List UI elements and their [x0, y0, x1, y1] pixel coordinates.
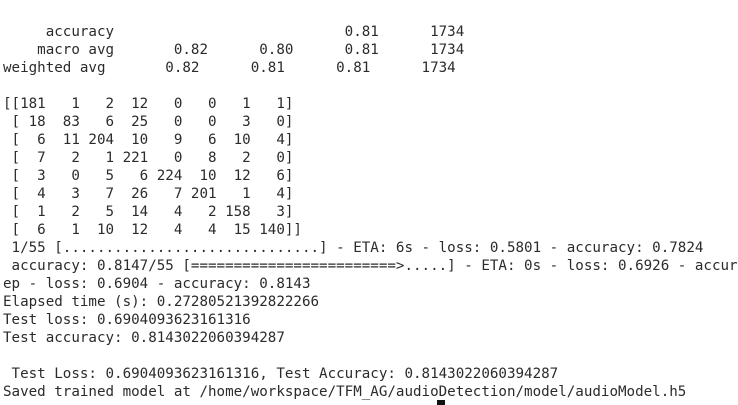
- progress-line: accuracy: 0.8147/55 [===================…: [3, 258, 738, 274]
- report-macro-avg-row: macro avg 0.82 0.80 0.81 1734: [3, 42, 465, 58]
- confusion-matrix-row: [ 6 11 204 10 9 6 10 4]: [3, 132, 294, 148]
- saved-model-line: Saved trained model at /home/workspace/T…: [3, 384, 687, 400]
- evaluation-line: ep - loss: 0.6904 - accuracy: 0.8143: [3, 276, 311, 292]
- confusion-matrix-row: [ 3 0 5 6 224 10 12 6]: [3, 168, 294, 184]
- test-accuracy-line: Test accuracy: 0.8143022060394287: [3, 330, 285, 346]
- partial-report-row: . . . .: [3, 0, 439, 5]
- confusion-matrix-row: [ 7 2 1 221 0 8 2 0]: [3, 150, 294, 166]
- report-accuracy-row: accuracy 0.81 1734: [3, 24, 465, 40]
- test-loss-line: Test loss: 0.6904093623161316: [3, 312, 251, 328]
- report-weighted-avg-row: weighted avg 0.82 0.81 0.81 1734: [3, 60, 456, 76]
- confusion-matrix-row: [ 18 83 6 25 0 0 3 0]: [3, 114, 294, 130]
- terminal-output[interactable]: . . . . accuracy 0.81 1734 macro avg 0.8…: [0, 0, 738, 405]
- confusion-matrix-row: [[181 1 2 12 0 0 1 1]: [3, 96, 294, 112]
- confusion-matrix-row: [ 4 3 7 26 7 201 1 4]: [3, 186, 294, 202]
- cursor: [437, 399, 445, 405]
- progress-line: 1/55 [..............................] - …: [3, 240, 704, 256]
- cursor-block: [437, 400, 445, 405]
- test-summary-line: Test Loss: 0.6904093623161316, Test Accu…: [3, 366, 559, 382]
- confusion-matrix-row: [ 1 2 5 14 4 2 158 3]: [3, 204, 294, 220]
- elapsed-time-line: Elapsed time (s): 0.27280521392822266: [3, 294, 320, 310]
- confusion-matrix-row: [ 6 1 10 12 4 4 15 140]]: [3, 222, 302, 238]
